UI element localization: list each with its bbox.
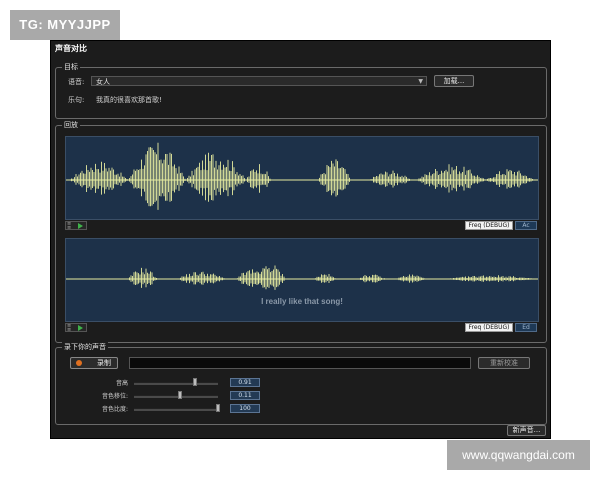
- record-button[interactable]: 录制: [70, 357, 118, 369]
- record-group: 录下你的声音 录制 重新校准 音高 0.91 音色移位: 0.11 音色比度: 100: [55, 342, 547, 425]
- slider-label: 音色移位:: [101, 393, 128, 400]
- slider-track[interactable]: [134, 408, 218, 411]
- phrase-caption: I really like that song!: [261, 297, 343, 306]
- voice-sliders: 音高 0.91 音色移位: 0.11 音色比度: 100: [56, 378, 546, 418]
- user-side-button[interactable]: Ed: [515, 323, 537, 332]
- slider-track[interactable]: [134, 395, 218, 398]
- user-waveform-panel: I really like that song!: [65, 238, 539, 322]
- watermark-top-left: TG: MYYJJPP: [10, 10, 120, 40]
- voice-select[interactable]: 女人 ▼: [91, 76, 427, 86]
- slider-thumb[interactable]: [193, 378, 198, 386]
- slider-label: 音高: [115, 380, 128, 387]
- slider-row: 音色移位: 0.11: [56, 391, 546, 401]
- target-waveform-panel: [65, 136, 539, 220]
- user-waveform: [66, 265, 538, 290]
- slider-value-field[interactable]: 0.11: [230, 391, 260, 400]
- record-dot-icon: [76, 360, 82, 366]
- target-waveform: [66, 142, 538, 210]
- play-icon: [78, 223, 83, 229]
- slider-track[interactable]: [134, 382, 218, 385]
- slider-label: 音色比度:: [101, 406, 128, 413]
- slider-row: 音高 0.91: [56, 378, 546, 388]
- slider-value-field[interactable]: 100: [230, 404, 260, 413]
- record-group-label: 录下你的声音: [62, 342, 108, 352]
- play-icon: [78, 325, 83, 331]
- target-group-label: 目标: [62, 62, 80, 72]
- target-group: 目标 语音: 女人 ▼ 加载... 乐句: 我真的很喜欢那首歌!: [55, 62, 547, 119]
- target-play-button[interactable]: ≡ ≡: [65, 221, 87, 231]
- watermark-bottom-right: www.qqwangdai.com: [447, 440, 590, 470]
- target-side-button[interactable]: Ac: [515, 221, 537, 230]
- voice-label: 语音:: [68, 78, 85, 86]
- playback-group-label: 回放: [62, 120, 80, 130]
- slider-value-field[interactable]: 0.91: [230, 378, 260, 387]
- lyrics-label: 乐句:: [68, 96, 85, 104]
- new-voice-button[interactable]: 新声音...: [507, 425, 546, 436]
- slider-thumb[interactable]: [216, 404, 220, 412]
- chevron-down-icon: ▼: [418, 78, 423, 85]
- playback-group: 回放 ≡ ≡ Freq (DEBUG) Ac I really like that…: [55, 120, 547, 343]
- lyrics-value: 我真的很喜欢那首歌!: [96, 96, 162, 104]
- voice-compare-window: 声音对比 目标 语音: 女人 ▼ 加载... 乐句: 我真的很喜欢那首歌! 回放…: [50, 40, 551, 439]
- play-button-glyph: ≡ ≡: [67, 323, 72, 333]
- record-button-label: 录制: [97, 359, 111, 367]
- voice-select-value: 女人: [96, 78, 110, 86]
- target-controls: ≡ ≡ Freq (DEBUG) Ac: [65, 221, 537, 231]
- user-play-button[interactable]: ≡ ≡: [65, 323, 87, 333]
- target-freq-button[interactable]: Freq (DEBUG): [465, 221, 513, 230]
- user-freq-button[interactable]: Freq (DEBUG): [465, 323, 513, 332]
- slider-row: 音色比度: 100: [56, 404, 546, 414]
- slider-thumb[interactable]: [178, 391, 183, 399]
- window-title: 声音对比: [55, 44, 87, 53]
- load-button[interactable]: 加载...: [434, 75, 474, 87]
- recalibrate-button[interactable]: 重新校准: [478, 357, 530, 369]
- input-level-meter: [129, 357, 471, 369]
- user-controls: ≡ ≡ Freq (DEBUG) Ed: [65, 323, 537, 333]
- play-button-glyph: ≡ ≡: [67, 221, 72, 231]
